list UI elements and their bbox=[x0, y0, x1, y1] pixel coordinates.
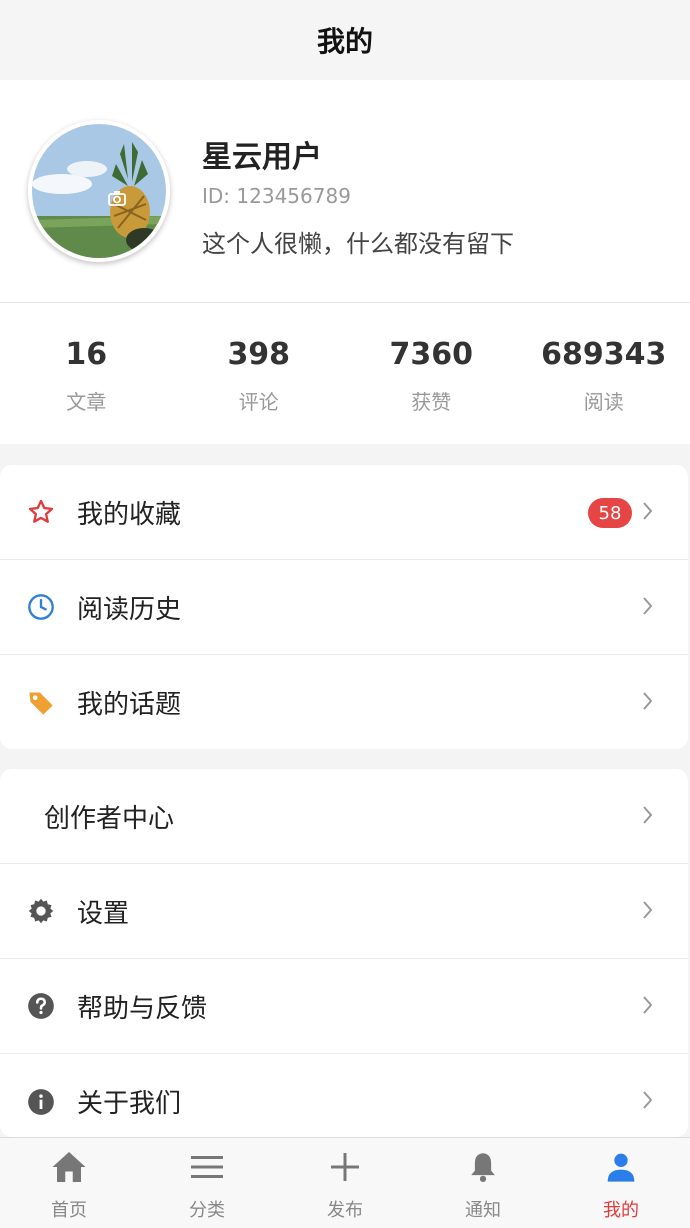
info-icon bbox=[27, 1088, 55, 1116]
chevron-right-icon bbox=[643, 1091, 653, 1109]
stat-value: 689343 bbox=[541, 337, 667, 372]
menu-item-label: 创作者中心 bbox=[44, 803, 175, 834]
menu-item-about[interactable]: 关于我们 bbox=[0, 1054, 688, 1149]
menu-item-label: 设置 bbox=[77, 898, 130, 929]
home-icon bbox=[50, 1148, 88, 1186]
tab-mine[interactable]: 我的 bbox=[552, 1138, 690, 1228]
chevron-right-icon bbox=[643, 996, 653, 1014]
top-nav-bar: 我的 bbox=[0, 0, 690, 80]
tag-icon bbox=[27, 689, 55, 717]
menu-item-label: 关于我们 bbox=[77, 1089, 182, 1119]
stat-label: 文章 bbox=[66, 390, 107, 414]
stat-label: 评论 bbox=[238, 390, 279, 414]
user-bio: 这个人很懒，什么都没有留下 bbox=[202, 230, 514, 258]
menu-item-topics[interactable]: 我的话题 bbox=[0, 655, 688, 750]
user-id: ID: 123456789 bbox=[202, 184, 351, 208]
menu-card-primary: 我的收藏 58 阅读历史 我的话题 bbox=[0, 465, 688, 749]
menu-item-label: 我的话题 bbox=[77, 690, 182, 720]
chevron-right-icon bbox=[643, 597, 653, 615]
chevron-right-icon bbox=[643, 692, 653, 710]
stat-value: 398 bbox=[227, 337, 291, 372]
bottom-tab-bar: 首页 分类 发布 通知 我的 bbox=[0, 1137, 690, 1228]
stat-value: 16 bbox=[65, 337, 108, 372]
stat-value: 7360 bbox=[389, 337, 474, 372]
menu-item-help-feedback[interactable]: 帮助与反馈 bbox=[0, 959, 688, 1054]
help-icon bbox=[27, 992, 55, 1020]
stat-label: 获赞 bbox=[411, 390, 452, 414]
pineapple-photo bbox=[32, 124, 166, 258]
stat-reads[interactable]: 689343 阅读 bbox=[518, 303, 690, 444]
menu-item-label: 阅读历史 bbox=[77, 594, 182, 625]
camera-icon[interactable] bbox=[108, 190, 126, 206]
user-nickname: 星云用户 bbox=[202, 140, 322, 175]
star-icon bbox=[27, 498, 55, 526]
plus-icon bbox=[326, 1148, 364, 1186]
tab-label: 分类 bbox=[189, 1200, 225, 1221]
tab-home[interactable]: 首页 bbox=[0, 1138, 138, 1228]
stat-likes[interactable]: 7360 获赞 bbox=[345, 303, 518, 444]
page-title: 我的 bbox=[316, 25, 373, 58]
tab-publish[interactable]: 发布 bbox=[276, 1138, 414, 1228]
count-badge: 58 bbox=[588, 498, 632, 528]
stats-bar: 16 文章 398 评论 7360 获赞 689343 阅读 bbox=[0, 302, 690, 444]
tab-label: 首页 bbox=[51, 1200, 87, 1221]
gear-icon bbox=[27, 897, 55, 925]
menu-icon bbox=[188, 1148, 226, 1186]
tab-label: 发布 bbox=[327, 1200, 363, 1221]
menu-card-secondary: 创作者中心 设置 帮助与反馈 关于我们 bbox=[0, 769, 688, 1137]
tab-notifications[interactable]: 通知 bbox=[414, 1138, 552, 1228]
clock-icon bbox=[27, 593, 55, 621]
menu-item-creator-center[interactable]: 创作者中心 bbox=[0, 769, 688, 864]
user-icon bbox=[602, 1148, 640, 1186]
stat-comments[interactable]: 398 评论 bbox=[173, 303, 346, 444]
tab-label: 通知 bbox=[465, 1200, 501, 1221]
chevron-right-icon bbox=[643, 901, 653, 919]
stat-articles[interactable]: 16 文章 bbox=[0, 303, 173, 444]
menu-item-favorites[interactable]: 我的收藏 58 bbox=[0, 465, 688, 560]
stat-label: 阅读 bbox=[583, 390, 624, 414]
menu-item-label: 帮助与反馈 bbox=[77, 993, 208, 1024]
menu-item-label: 我的收藏 bbox=[77, 499, 182, 530]
chevron-right-icon bbox=[643, 502, 653, 520]
avatar[interactable] bbox=[28, 120, 170, 262]
tab-label: 我的 bbox=[603, 1200, 639, 1221]
chevron-right-icon bbox=[643, 806, 653, 824]
bell-icon bbox=[464, 1148, 502, 1186]
menu-item-settings[interactable]: 设置 bbox=[0, 864, 688, 959]
menu-item-history[interactable]: 阅读历史 bbox=[0, 560, 688, 655]
tab-category[interactable]: 分类 bbox=[138, 1138, 276, 1228]
